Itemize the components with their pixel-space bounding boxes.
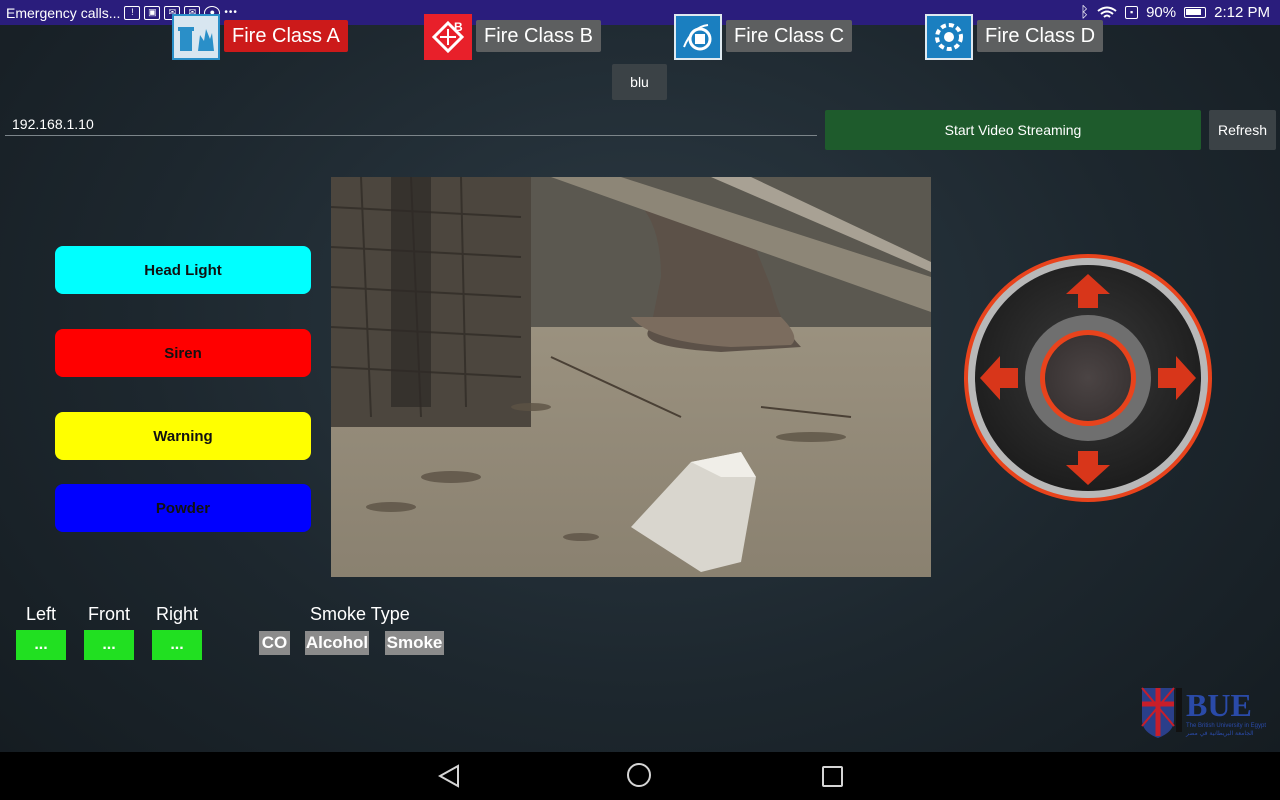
back-icon[interactable] — [438, 764, 460, 788]
logo-subtitle: The British University in Egypt — [1186, 723, 1266, 729]
fire-class-c[interactable]: Fire Class C — [674, 14, 853, 60]
video-feed — [331, 177, 931, 577]
fire-class-b[interactable]: B Fire Class B — [424, 14, 601, 60]
battery-icon — [1184, 7, 1207, 18]
fire-class-b-icon: B — [424, 14, 472, 60]
sim-icon: ▪ — [1125, 6, 1139, 19]
warning-button[interactable]: Warning — [55, 412, 311, 460]
bue-logo: BUE The British University in Egypt الجا… — [1140, 686, 1278, 738]
fire-class-b-button[interactable]: Fire Class B — [476, 20, 601, 52]
fire-class-a[interactable]: Fire Class A — [172, 14, 348, 60]
start-video-streaming-button[interactable]: Start Video Streaming — [825, 110, 1201, 150]
logo-text: BUE — [1186, 687, 1252, 723]
svg-text:B: B — [454, 20, 463, 34]
smoke-type-smoke: Smoke — [385, 631, 444, 655]
head-light-button[interactable]: Head Light — [55, 246, 311, 294]
ip-address-input[interactable]: 192.168.1.10 — [5, 112, 817, 136]
powder-button[interactable]: Powder — [55, 484, 311, 532]
smoke-type-co: CO — [259, 631, 290, 655]
fire-class-a-button[interactable]: Fire Class A — [224, 20, 348, 52]
fire-class-a-icon — [172, 14, 220, 60]
sensor-front-label: Front — [87, 604, 130, 624]
battery-percent: 90% — [1146, 4, 1177, 21]
recent-apps-icon[interactable] — [822, 766, 843, 787]
system-nav-bar — [0, 752, 1280, 800]
alert-photo-icon: ! — [124, 5, 141, 20]
image-icon: ▣ — [144, 5, 161, 20]
refresh-button[interactable]: Refresh — [1209, 110, 1276, 150]
fire-class-c-icon — [674, 14, 722, 60]
sensor-left-label: Left — [25, 604, 57, 624]
notification-text: Emergency calls... — [6, 4, 121, 21]
fire-class-d-button[interactable]: Fire Class D — [977, 20, 1104, 52]
sensor-right-value: ... — [152, 630, 202, 660]
smoke-type-alcohol: Alcohol — [305, 631, 369, 655]
bluetooth-button[interactable]: blu — [612, 64, 667, 100]
smoke-type-label: Smoke Type — [310, 604, 410, 624]
sensor-right-label: Right — [155, 604, 199, 624]
sensor-left-value: ... — [16, 630, 66, 660]
clock: 2:12 PM — [1214, 4, 1270, 21]
logo-subtitle-arabic: الجامعة البريطانية في مصر — [1185, 730, 1254, 737]
fire-class-d[interactable]: Fire Class D — [925, 14, 1104, 60]
sensor-front-value: ... — [84, 630, 134, 660]
fire-class-d-icon — [925, 14, 973, 60]
fire-class-c-button[interactable]: Fire Class C — [726, 20, 853, 52]
siren-button[interactable]: Siren — [55, 329, 311, 377]
home-icon[interactable] — [627, 763, 651, 787]
direction-joystick[interactable] — [962, 252, 1214, 504]
